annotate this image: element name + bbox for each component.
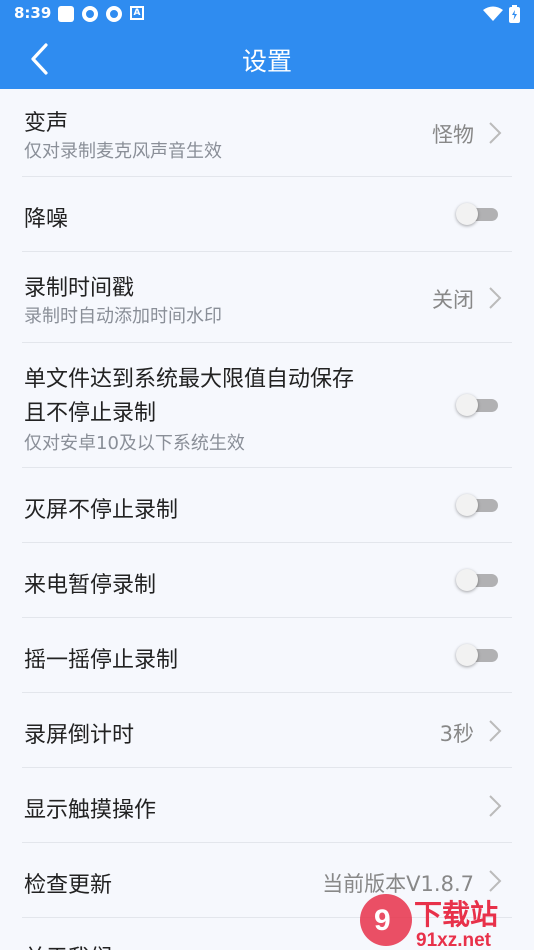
status-right-icons — [483, 5, 520, 23]
app-bar: 设置 — [0, 28, 534, 89]
wifi-icon — [483, 6, 503, 21]
toggle-knob — [456, 203, 478, 225]
status-bar: 8:39 A — [0, 0, 534, 28]
watermark-digits: 9 — [374, 904, 391, 937]
setting-screen-off-continue[interactable]: 灭屏不停止录制 — [22, 468, 512, 543]
status-time: 8:39 — [14, 4, 52, 22]
setting-label: 检查更新 — [24, 873, 113, 898]
toggle-knob — [456, 569, 478, 591]
page-title: 设置 — [241, 47, 292, 76]
setting-label: 关于我们 — [24, 940, 112, 950]
toggle-knob — [456, 494, 478, 516]
chevron-right-icon — [489, 720, 502, 742]
setting-label: 摇一摇停止录制 — [24, 648, 179, 673]
setting-value: 关闭 — [432, 288, 474, 312]
notification-icons: A — [58, 6, 144, 22]
setting-show-touches[interactable]: 显示触摸操作 — [22, 768, 512, 843]
setting-label: 录屏倒计时 — [24, 723, 135, 748]
setting-label: 变声 — [24, 111, 69, 136]
settings-list: 变声 仅对录制麦克风声音生效 怪物 降噪 录制时间戳 录制时自动添加时间水印 关… — [0, 89, 534, 950]
setting-label: 来电暂停录制 — [24, 573, 157, 598]
shake-to-stop-toggle[interactable] — [456, 644, 500, 666]
setting-description: 仅对录制麦克风声音生效 — [24, 141, 222, 162]
setting-description: 录制时自动添加时间水印 — [24, 306, 222, 327]
setting-label: 降噪 — [24, 207, 69, 232]
setting-timestamp[interactable]: 录制时间戳 录制时自动添加时间水印 关闭 — [22, 252, 512, 343]
notification-square-icon — [58, 6, 74, 22]
chevron-right-icon — [489, 795, 502, 817]
setting-value: 怪物 — [432, 123, 474, 147]
pause-on-call-toggle[interactable] — [456, 569, 500, 591]
setting-label: 显示触摸操作 — [24, 798, 157, 823]
setting-noise-reduction[interactable]: 降噪 — [22, 177, 512, 252]
setting-voice-changer[interactable]: 变声 仅对录制麦克风声音生效 怪物 — [22, 89, 512, 177]
auto-save-toggle[interactable] — [456, 394, 500, 416]
toggle-knob — [456, 644, 478, 666]
setting-label-line2: 且不停止录制 — [24, 401, 157, 426]
noise-reduction-toggle[interactable] — [456, 203, 500, 225]
setting-shake-to-stop[interactable]: 摇一摇停止录制 — [22, 618, 512, 693]
setting-pause-on-call[interactable]: 来电暂停录制 — [22, 543, 512, 618]
setting-label-line1: 单文件达到系统最大限值自动保存 — [24, 367, 355, 392]
notification-gear-icon — [82, 6, 98, 22]
setting-value: 3秒 — [439, 722, 474, 746]
screen-off-toggle[interactable] — [456, 494, 500, 516]
notification-gear-icon-2 — [106, 6, 122, 22]
battery-icon — [509, 5, 520, 23]
watermark-text-bottom: 91xz.net — [416, 930, 492, 950]
notification-a-icon: A — [130, 6, 144, 20]
setting-description: 仅对安卓10及以下系统生效 — [24, 433, 245, 454]
toggle-knob — [456, 394, 478, 416]
chevron-right-icon — [489, 122, 502, 144]
chevron-right-icon — [489, 287, 502, 309]
setting-auto-save-max-file[interactable]: 单文件达到系统最大限值自动保存 且不停止录制 仅对安卓10及以下系统生效 — [22, 343, 512, 468]
watermark-text-top: 下载站 — [414, 898, 498, 931]
setting-label: 灭屏不停止录制 — [24, 498, 179, 523]
setting-label: 录制时间戳 — [24, 276, 135, 301]
setting-countdown[interactable]: 录屏倒计时 3秒 — [22, 693, 512, 768]
watermark-logo: 9 下载站 91xz.net — [360, 894, 498, 950]
